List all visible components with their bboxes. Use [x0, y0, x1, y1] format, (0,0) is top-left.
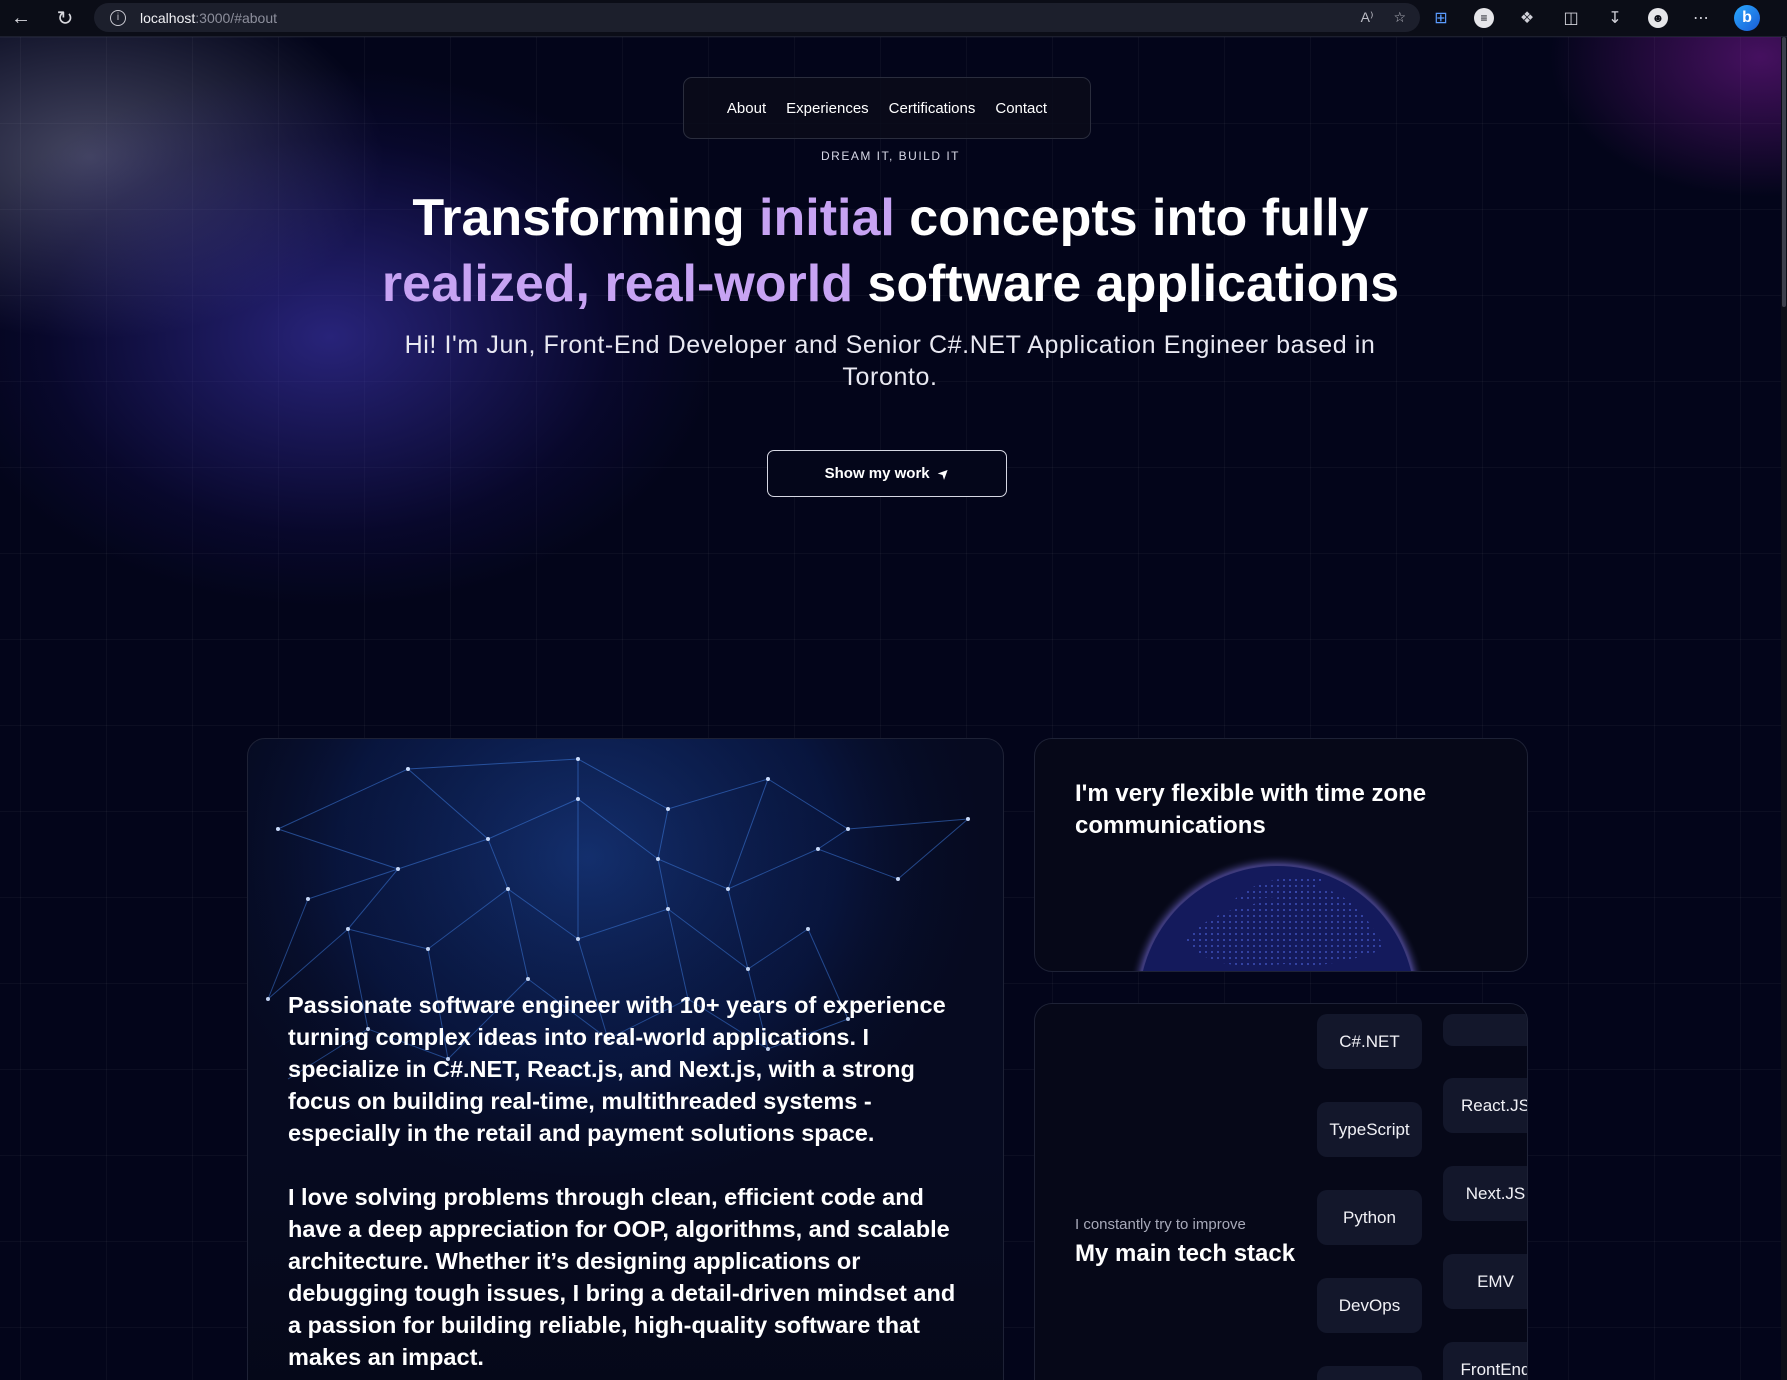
bio-card: Passionate software engineer with 10+ ye…	[247, 738, 1004, 1380]
browser-toolbar: ← ↻ i localhost:3000/#about A⁾ ☆ ⊞ ≡ ❖ ◫…	[0, 0, 1787, 37]
tech-pill: TypeScript	[1317, 1102, 1422, 1157]
headline-part-2: concepts into fully	[894, 189, 1369, 247]
nav-item-experiences[interactable]: Experiences	[786, 100, 869, 117]
scrollbar-thumb[interactable]	[1782, 37, 1786, 307]
tech-pill	[1443, 1014, 1527, 1046]
nav-item-about[interactable]: About	[727, 100, 766, 117]
headline-part-3: software applications	[852, 255, 1400, 313]
extensions-icon[interactable]: ❖	[1516, 7, 1538, 29]
back-arrow-icon[interactable]: ←	[10, 7, 32, 29]
hero-subtitle: Hi! I'm Jun, Front-End Developer and Sen…	[404, 331, 1376, 391]
globe-graphic	[1130, 854, 1424, 971]
profile-s-icon[interactable]: ≡	[1474, 8, 1494, 28]
reload-icon[interactable]: ↻	[54, 7, 76, 30]
tech-stack-kicker: I constantly try to improve	[1075, 1216, 1246, 1233]
crop-icon[interactable]: ⊞	[1430, 7, 1452, 29]
tech-pill: Next.JS	[1443, 1166, 1527, 1221]
send-arrow-icon: ➤	[933, 463, 953, 483]
tech-pill: Python	[1317, 1190, 1422, 1245]
bio-paragraph-2: I love solving problems through clean, e…	[288, 1184, 956, 1370]
nav-item-certifications[interactable]: Certifications	[889, 100, 976, 117]
address-bar[interactable]: i localhost:3000/#about A⁾ ☆	[94, 3, 1420, 32]
timezone-title: I'm very flexible with time zone communi…	[1075, 780, 1427, 839]
hero-headline: Transforming initial concepts into fully…	[0, 185, 1781, 317]
headline-highlight-1: initial	[759, 189, 895, 247]
tech-pill: FrontEnd	[1443, 1342, 1527, 1380]
bio-paragraph-1: Passionate software engineer with 10+ ye…	[288, 992, 946, 1146]
tech-pill: EMV	[1443, 1254, 1527, 1309]
page-content: About Experiences Certifications Contact…	[0, 37, 1781, 1380]
avatar-icon[interactable]: ☻	[1648, 8, 1668, 28]
headline-part-1: Transforming	[412, 189, 760, 247]
url-path: :3000/#about	[195, 9, 278, 26]
bing-copilot-icon[interactable]: b	[1734, 5, 1760, 31]
show-my-work-button[interactable]: Show my work ➤	[767, 450, 1007, 497]
top-navbar: About Experiences Certifications Contact	[683, 77, 1091, 139]
read-aloud-icon[interactable]: A⁾	[1361, 9, 1374, 26]
tech-pill	[1317, 1366, 1422, 1380]
tech-stack-title: My main tech stack	[1075, 1240, 1296, 1267]
tech-stack-card: I constantly try to improve My main tech…	[1034, 1003, 1528, 1380]
favorite-star-icon[interactable]: ☆	[1393, 9, 1406, 26]
site-info-icon[interactable]: i	[110, 9, 126, 26]
page-scrollbar[interactable]	[1781, 37, 1787, 1380]
hero-eyebrow: DREAM IT, BUILD IT	[820, 149, 960, 163]
tech-pill: C#.NET	[1317, 1014, 1422, 1069]
timezone-card: I'm very flexible with time zone communi…	[1034, 738, 1528, 972]
bio-text: Passionate software engineer with 10+ ye…	[288, 989, 968, 1380]
tech-pill: React.JS	[1443, 1078, 1527, 1133]
split-screen-icon[interactable]: ◫	[1560, 7, 1582, 29]
tech-pill: DevOps	[1317, 1278, 1422, 1333]
nav-item-contact[interactable]: Contact	[995, 100, 1047, 117]
url-host: localhost	[140, 9, 196, 26]
headline-highlight-2: realized, real-world	[381, 255, 853, 313]
cta-label: Show my work	[824, 465, 930, 482]
more-menu-icon[interactable]: ⋯	[1690, 7, 1712, 29]
downloads-icon[interactable]: ↧	[1604, 7, 1626, 29]
